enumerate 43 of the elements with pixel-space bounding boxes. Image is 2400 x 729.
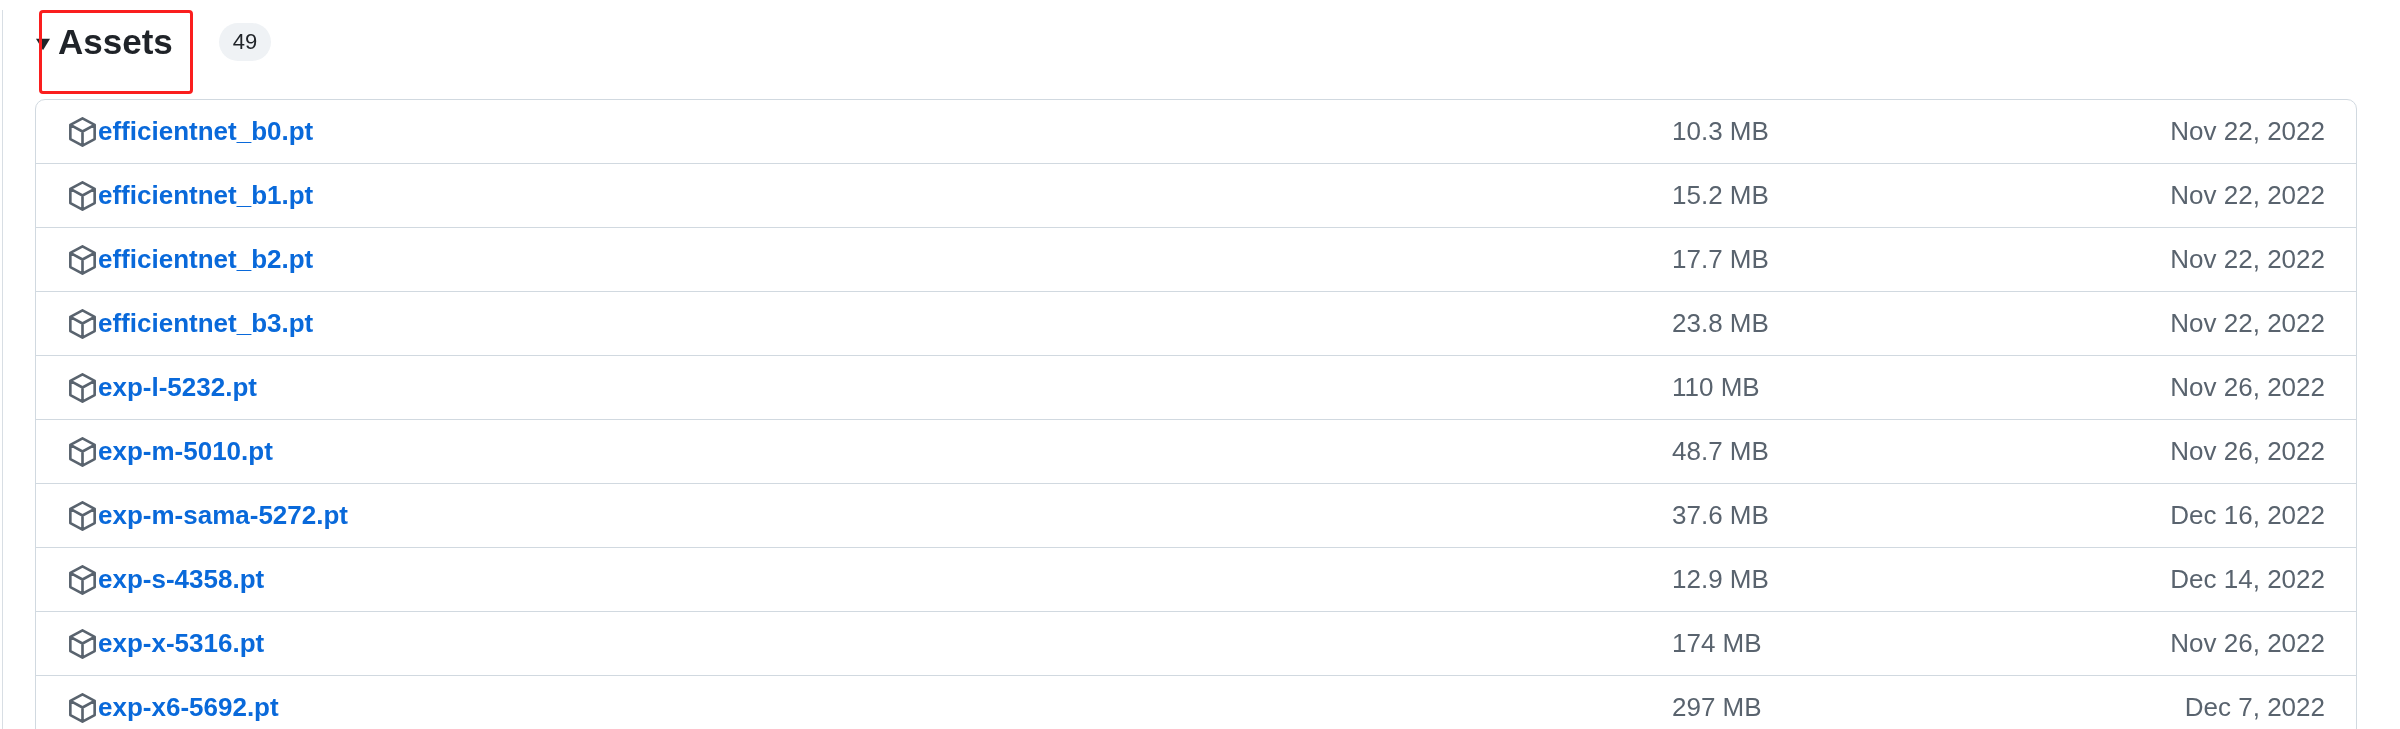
file-size: 37.6 MB [1672,500,1769,531]
upload-date: Dec 7, 2022 [2184,692,2325,723]
asset-count: 49 [218,23,272,61]
asset-link[interactable]: efficientnet_b0.pt [98,116,314,147]
upload-date: Nov 22, 2022 [2170,116,2325,147]
upload-date: Nov 22, 2022 [2170,308,2325,339]
cube-icon [69,180,96,211]
file-size: 23.8 MB [1672,308,1769,339]
file-size: 12.9 MB [1672,564,1769,595]
upload-date: Dec 16, 2022 [2170,500,2325,531]
cube-icon [69,692,96,723]
file-size: 110 MB [1672,372,1760,403]
upload-date: Nov 26, 2022 [2170,436,2325,467]
asset-link[interactable]: exp-m-5010.pt [98,436,273,467]
cube-icon [69,308,96,339]
asset-link[interactable]: exp-x6-5692.pt [98,692,279,723]
asset-link[interactable]: efficientnet_b2.pt [98,244,314,275]
asset-link[interactable]: exp-l-5232.pt [98,372,257,403]
asset-link[interactable]: efficientnet_b3.pt [98,308,314,339]
file-size: 17.7 MB [1672,244,1769,275]
upload-date: Nov 22, 2022 [2170,244,2325,275]
asset-link[interactable]: exp-s-4358.pt [98,564,265,595]
cube-icon [69,372,96,403]
file-size: 297 MB [1672,692,1762,723]
section-title: Assets [58,21,173,63]
upload-date: Nov 26, 2022 [2170,628,2325,659]
upload-date: Dec 14, 2022 [2170,564,2325,595]
asset-link[interactable]: exp-x-5316.pt [98,628,265,659]
upload-date: Nov 22, 2022 [2170,180,2325,211]
file-size: 10.3 MB [1672,116,1769,147]
file-size: 48.7 MB [1672,436,1769,467]
cube-icon [69,628,96,659]
file-size: 15.2 MB [1672,180,1769,211]
cube-icon [69,500,96,531]
upload-date: Nov 26, 2022 [2170,372,2325,403]
cube-icon [69,436,96,467]
cube-icon [69,564,96,595]
file-size: 174 MB [1672,628,1762,659]
cube-icon [69,116,96,147]
asset-link[interactable]: efficientnet_b1.pt [98,180,314,211]
caret-icon[interactable] [35,37,51,51]
asset-link[interactable]: exp-m-sama-5272.pt [98,500,348,531]
cube-icon [69,244,96,275]
